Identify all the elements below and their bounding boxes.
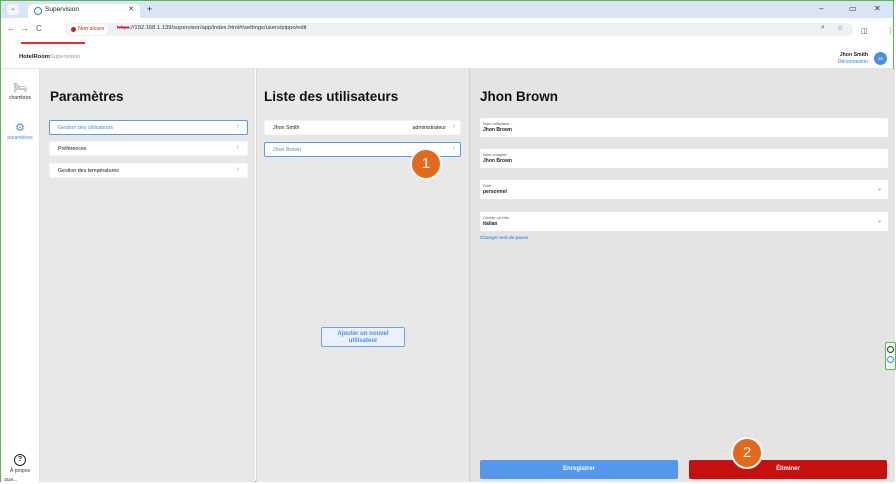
chevron-right-icon: › (236, 144, 239, 151)
settings-item-label: Préférences (58, 146, 87, 152)
user-detail-panel: Jhon Brown Nom utilisateur Jhon Brown No… (469, 69, 895, 482)
extensions-icon[interactable]: ◫ (861, 27, 868, 35)
new-tab-button[interactable]: + (147, 4, 152, 14)
url-scheme: https (117, 25, 130, 31)
zoom-icon[interactable]: ⌕ (821, 24, 825, 32)
chevron-right-icon: › (236, 123, 239, 130)
omnibox[interactable]: Non sicuro https://192.168.1.139/supervi… (65, 23, 853, 36)
chevron-right-icon: › (236, 166, 239, 173)
bookmark-star-icon[interactable]: ☆ (837, 24, 843, 32)
reload-icon[interactable]: C (36, 24, 42, 33)
browser-menu-icon[interactable]: ⋮ (887, 27, 894, 35)
brand-subtitle: Supervision (49, 54, 81, 60)
brand-name: HotelRoom (19, 54, 50, 60)
url-text[interactable]: https://192.168.1.139/supervisor/app/ind… (117, 25, 307, 31)
sidebar-item-rooms[interactable]: 🛏 chambres (1, 81, 39, 101)
add-user-label-line2: utilisateur (348, 338, 378, 344)
save-button[interactable]: Enregistrer (480, 460, 678, 479)
current-user-name: Jhon Smith (839, 52, 868, 58)
not-secure-label: Non sicuro (78, 26, 105, 32)
tab-list-button[interactable]: ⌄ (7, 4, 19, 15)
change-password-link[interactable]: Changer mot de passe (480, 235, 528, 240)
add-user-button[interactable]: Ajouter un nouvel utilisateur (321, 327, 405, 347)
user-detail-title: Jhon Brown (480, 89, 558, 104)
settings-item-users[interactable]: Gestion des utilisateurs › (49, 120, 248, 135)
settings-title: Paramètres (50, 89, 124, 104)
fullname-field[interactable]: Nom complet Jhon Brown (480, 149, 888, 168)
avatar[interactable]: JS (874, 52, 887, 65)
username-field[interactable]: Nom utilisateur Jhon Brown (480, 118, 888, 137)
field-value: Jhon Brown (483, 158, 512, 164)
settings-item-temperatures[interactable]: Gestion des températures › (49, 163, 248, 178)
gear-icon: ⚙ (15, 122, 25, 134)
chevron-right-icon: › (452, 145, 455, 152)
app-brand: HotelRoomSupervision (19, 54, 80, 60)
start-label: Start... (4, 477, 18, 482)
user-name: Jhon Smith (273, 125, 300, 131)
settings-panel: Paramètres Gestion des utilisateurs › Pr… (40, 69, 255, 482)
widget-icon (887, 356, 894, 363)
back-icon[interactable]: ← (7, 24, 15, 33)
sidebar-item-about[interactable]: ? À propos (1, 454, 39, 474)
warning-icon (71, 27, 76, 32)
forward-icon[interactable]: → (21, 24, 29, 33)
callout-badge: 1 (410, 148, 442, 180)
chevron-right-icon: › (452, 123, 455, 130)
not-secure-badge[interactable]: Non sicuro (68, 24, 109, 35)
field-value: personnel (483, 189, 507, 195)
close-window-icon[interactable]: ✕ (874, 4, 881, 13)
field-label: Rôle (483, 183, 492, 188)
role-select[interactable]: Rôle personnel ⌄ (480, 180, 888, 199)
users-title: Liste des utilisateurs (264, 89, 399, 104)
sidebar-item-label: À propos (9, 468, 30, 474)
settings-favicon-icon (34, 7, 42, 15)
sidebar-item-label: paramètres (7, 135, 33, 141)
sidebar-item-settings[interactable]: ⚙ paramètres (1, 121, 39, 141)
bed-icon: 🛏 (13, 82, 27, 94)
callout-badge: 2 (731, 437, 763, 469)
chevron-down-icon: ⌄ (876, 186, 882, 192)
field-label: Choisir un rôle (483, 215, 509, 220)
sidebar: 🛏 chambres ⚙ paramètres ? À propos (1, 69, 40, 482)
user-list-item[interactable]: Jhon Smith administrateur › (264, 120, 461, 135)
field-value: Jhon Brown (483, 127, 512, 133)
settings-item-label: Gestion des utilisateurs (58, 125, 114, 131)
choose-role-select[interactable]: Choisir un rôle italian ⌄ (480, 212, 888, 231)
help-icon: ? (14, 454, 26, 466)
field-label: Nom utilisateur (483, 121, 510, 126)
user-role: administrateur (412, 125, 446, 131)
delete-button[interactable]: Éliminer (689, 460, 887, 479)
app-header: HotelRoomSupervision Jhon Smith Déconnex… (1, 44, 893, 69)
restore-icon[interactable]: ▭ (849, 4, 857, 13)
minimize-icon[interactable]: – (819, 4, 823, 13)
logout-link[interactable]: Déconnexion (838, 59, 868, 65)
browser-tab-strip: ⌄ Supervision ✕ + – ▭ ✕ (1, 1, 893, 18)
tab-title: Supervision (45, 6, 79, 13)
users-panel: Liste des utilisateurs Jhon Smith admini… (256, 69, 469, 482)
settings-item-preferences[interactable]: Préférences › (49, 141, 248, 156)
field-value: italian (483, 221, 498, 227)
side-widget[interactable] (885, 342, 896, 370)
chevron-down-icon: ⌄ (876, 218, 882, 224)
user-name: Jhon Brown (273, 147, 301, 153)
widget-icon (887, 346, 894, 353)
field-label: Nom complet (483, 152, 507, 157)
sidebar-item-label: chambres (9, 95, 31, 101)
url-path: ://192.168.1.139/supervisor/app/index.ht… (129, 25, 307, 31)
settings-item-label: Gestion des températures (58, 168, 119, 174)
browser-tab[interactable]: Supervision ✕ (28, 4, 140, 18)
add-user-label-line1: Ajouter un nouvel (337, 331, 389, 337)
address-bar-row: ← → C Non sicuro https://192.168.1.139/s… (1, 18, 894, 44)
close-tab-icon[interactable]: ✕ (128, 5, 134, 13)
